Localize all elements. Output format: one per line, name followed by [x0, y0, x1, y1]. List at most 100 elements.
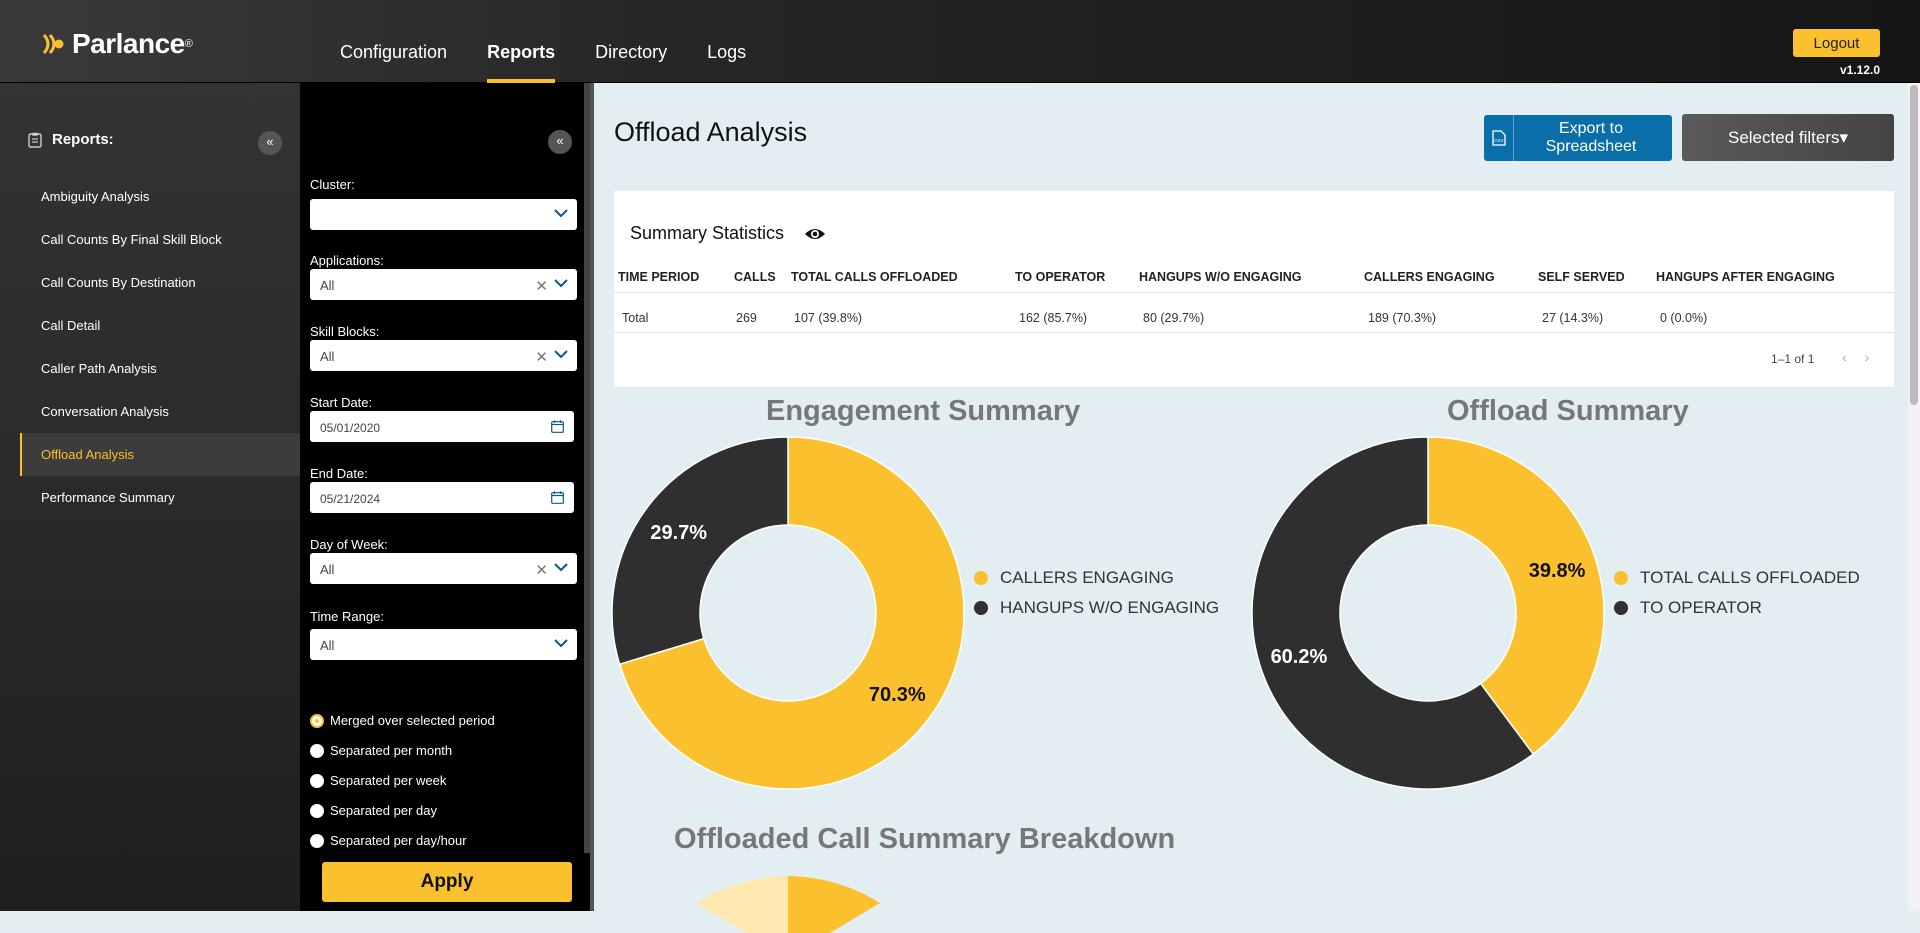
legend-label: TOTAL CALLS OFFLOADED [1640, 568, 1860, 587]
radio-per-day[interactable]: Separated per day [310, 803, 437, 818]
selected-filters-button[interactable]: Selected filters▾ [1682, 114, 1894, 161]
radio-label: Separated per week [330, 773, 447, 788]
column-header: TOTAL CALLS OFFLOADED [791, 270, 958, 284]
skill-blocks-label: Skill Blocks: [310, 324, 380, 339]
calendar-icon[interactable] [551, 491, 564, 504]
eye-icon[interactable] [804, 227, 826, 241]
column-header: HANGUPS AFTER ENGAGING [1656, 270, 1835, 284]
legend-swatch [1614, 601, 1628, 615]
chevron-down-icon [554, 563, 568, 572]
sidebar-item-performance-summary[interactable]: Performance Summary [20, 476, 300, 519]
nav-directory[interactable]: Directory [595, 0, 667, 83]
calendar-icon[interactable] [551, 420, 564, 433]
logo-text: Parlance [72, 28, 185, 59]
radio-dot [310, 773, 324, 788]
table-cell: 269 [736, 311, 757, 325]
legend-swatch [974, 571, 988, 585]
engagement-legend: CALLERS ENGAGING HANGUPS W/O ENGAGING [974, 563, 1219, 623]
day-of-week-label: Day of Week: [310, 537, 388, 552]
slice-value-label: 29.7% [650, 522, 707, 544]
nav-logs[interactable]: Logs [707, 0, 746, 83]
radio-per-day-hour[interactable]: Separated per day/hour [310, 833, 467, 848]
sidebar-item-call-detail[interactable]: Call Detail [20, 304, 300, 347]
next-page-icon[interactable]: › [1865, 349, 1888, 365]
clear-icon[interactable]: ✕ [535, 348, 548, 366]
filter-collapse-icon[interactable]: « [548, 130, 572, 154]
radio-per-month[interactable]: Separated per month [310, 743, 452, 758]
apply-button[interactable]: Apply [322, 862, 572, 902]
column-header: TIME PERIOD [618, 270, 700, 284]
column-header: HANGUPS W/O ENGAGING [1139, 270, 1302, 284]
chevrons-left-icon[interactable]: « [258, 131, 282, 155]
scrollbar-thumb[interactable] [1910, 85, 1918, 405]
legend-item[interactable]: HANGUPS W/O ENGAGING [974, 593, 1219, 623]
main-scrollbar[interactable] [1908, 83, 1920, 911]
legend-label: TO OPERATOR [1640, 598, 1762, 617]
sidebar-item-caller-path-analysis[interactable]: Caller Path Analysis [20, 347, 300, 390]
version-label: v1.12.0 [1840, 63, 1881, 77]
day-of-week-select[interactable]: All ✕ [310, 553, 577, 584]
slice-value-label: 60.2% [1271, 646, 1328, 668]
pagination-arrows: ‹› [1842, 349, 1887, 365]
pagination-label: 1–1 of 1 [1771, 352, 1815, 366]
chevron-down-icon [554, 209, 568, 218]
radio-label: Separated per day/hour [330, 833, 467, 848]
logout-button[interactable]: Logout [1793, 29, 1880, 57]
logo-waves-icon [42, 34, 64, 54]
summary-title: Summary Statistics [630, 223, 826, 244]
applications-value: All [320, 278, 335, 293]
table-cell: 162 (85.7%) [1019, 311, 1088, 325]
radio-per-week[interactable]: Separated per week [310, 773, 446, 788]
summary-statistics-card: Summary Statistics TIME PERIOD CALLS TOT… [614, 191, 1894, 387]
legend-item[interactable]: TOTAL CALLS OFFLOADED [1614, 563, 1860, 593]
export-label: Export to Spreadsheet [1545, 120, 1637, 155]
clear-icon[interactable]: ✕ [535, 277, 548, 295]
export-spreadsheet-button[interactable]: CSV Export to Spreadsheet [1484, 115, 1672, 161]
sidebar-item-call-counts-by-destination[interactable]: Call Counts By Destination [20, 261, 300, 304]
main-nav: Configuration Reports Directory Logs [340, 0, 786, 83]
end-date-value: 05/21/2024 [320, 492, 381, 506]
chevron-down-icon [554, 639, 568, 648]
sidebar-item-conversation-analysis[interactable]: Conversation Analysis [20, 390, 300, 433]
slice-value-label: 39.8% [1529, 560, 1586, 582]
nav-configuration[interactable]: Configuration [340, 0, 447, 83]
time-range-select[interactable]: All [310, 629, 577, 660]
radio-label: Separated per day [330, 803, 437, 818]
time-range-label: Time Range: [310, 609, 384, 624]
legend-item[interactable]: CALLERS ENGAGING [974, 563, 1219, 593]
start-date-label: Start Date: [310, 395, 373, 410]
summary-title-label: Summary Statistics [630, 223, 785, 243]
table-cell: 0 (0.0%) [1660, 311, 1708, 325]
legend-label: CALLERS ENGAGING [1000, 568, 1174, 587]
engagement-donut-chart: 70.3% 29.7% [611, 436, 965, 790]
radio-dot [310, 833, 324, 848]
prev-page-icon[interactable]: ‹ [1842, 349, 1865, 365]
donut-slice-hangups-w-o-engaging[interactable] [611, 436, 789, 666]
chevron-down-icon [554, 279, 568, 288]
applications-select[interactable]: All ✕ [310, 269, 577, 300]
divider [614, 332, 1894, 333]
app-logo[interactable]: Parlance ® [40, 28, 193, 60]
legend-item[interactable]: TO OPERATOR [1614, 593, 1860, 623]
sidebar-item-offload-analysis[interactable]: Offload Analysis [20, 433, 300, 476]
start-date-value: 05/01/2020 [320, 421, 381, 435]
column-header: TO OPERATOR [1015, 270, 1106, 284]
top-bar: Parlance ® Configuration Reports Director… [0, 0, 1920, 83]
csv-file-icon: CSV [1484, 115, 1514, 161]
end-date-input[interactable]: 05/21/2024 [310, 482, 574, 513]
applications-label: Applications: [310, 253, 384, 268]
sidebar-item-ambiguity-analysis[interactable]: Ambiguity Analysis [20, 175, 300, 218]
page-title: Offload Analysis [614, 117, 808, 147]
skill-blocks-select[interactable]: All ✕ [310, 340, 577, 371]
clear-icon[interactable]: ✕ [535, 561, 548, 579]
breakdown-chart-title: Offloaded Call Summary Breakdown [674, 823, 1176, 855]
cluster-select[interactable] [310, 199, 577, 230]
sidebar-item-call-counts-by-final-skill-block[interactable]: Call Counts By Final Skill Block [20, 218, 300, 261]
time-range-value: All [320, 638, 335, 653]
engagement-chart-title: Engagement Summary [766, 395, 1081, 427]
nav-reports[interactable]: Reports [487, 0, 556, 83]
radio-dot [310, 713, 324, 728]
start-date-input[interactable]: 05/01/2020 [310, 411, 574, 442]
breakdown-slice-2 [696, 876, 788, 933]
radio-merged-over-period[interactable]: Merged over selected period [310, 713, 495, 728]
